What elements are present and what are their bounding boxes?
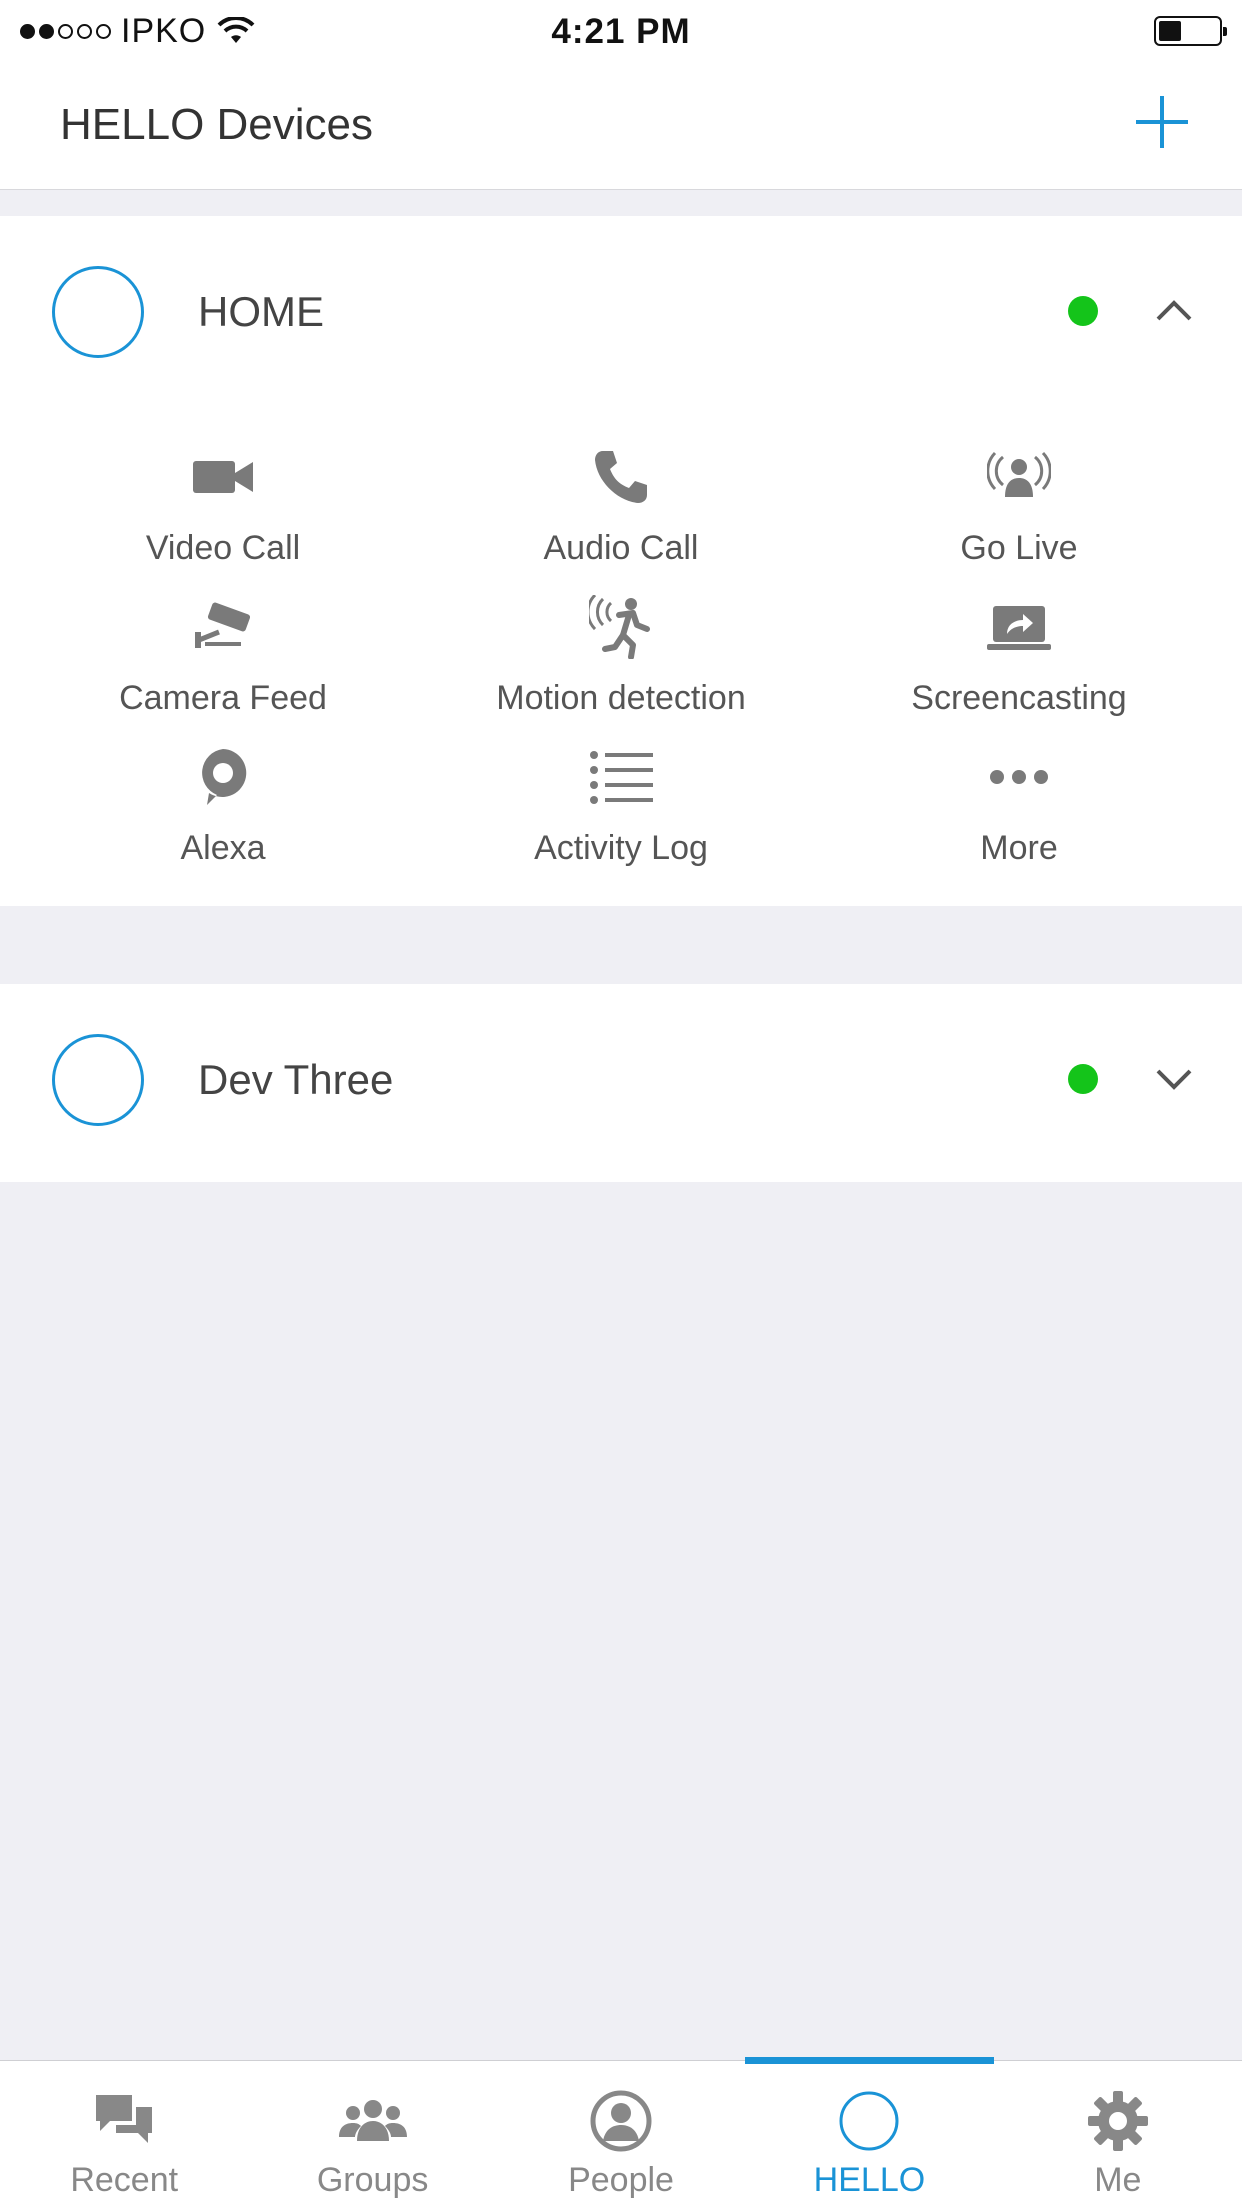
tab-recent[interactable]: Recent [0, 2061, 248, 2208]
device-name: HOME [198, 288, 324, 335]
hello-ring-icon [839, 2091, 899, 2151]
feature-camera-feed[interactable]: Camera Feed [24, 581, 422, 731]
feature-activity-log[interactable]: Activity Log [422, 731, 820, 881]
tab-people[interactable]: People [497, 2061, 745, 2208]
feature-label: Go Live [960, 529, 1078, 567]
screencast-icon [987, 606, 1051, 650]
broadcast-icon [987, 451, 1051, 497]
person-icon [590, 2090, 652, 2152]
phone-icon [595, 451, 647, 503]
feature-grid: Video Call Audio Call Go Live Camera Fee… [0, 431, 1242, 881]
feature-label: Alexa [180, 829, 266, 867]
feature-go-live[interactable]: Go Live [820, 431, 1218, 581]
feature-label: Screencasting [911, 679, 1127, 717]
tab-bar: Recent Groups People HELLO Me [0, 2057, 1242, 2208]
plus-icon [1136, 96, 1188, 148]
device-name: Dev Three [198, 1056, 394, 1103]
page-title: HELLO Devices [60, 100, 374, 149]
feature-label: Motion detection [496, 679, 746, 717]
feature-audio-call[interactable]: Audio Call [422, 431, 820, 581]
chat-bubbles-icon [96, 2095, 153, 2143]
video-camera-icon [193, 461, 253, 493]
gear-icon [1087, 2091, 1148, 2151]
chevron-down-icon[interactable] [1152, 1057, 1196, 1101]
tab-label: Me [1094, 2161, 1142, 2199]
motion-icon [589, 595, 650, 659]
feature-motion-detection[interactable]: Motion detection [422, 581, 820, 731]
feature-video-call[interactable]: Video Call [24, 431, 422, 581]
battery-icon [1154, 16, 1227, 46]
tab-hello[interactable]: HELLO [745, 2057, 995, 2208]
tab-label: Groups [316, 2161, 429, 2199]
feature-label: Activity Log [534, 829, 708, 867]
online-status-indicator [1068, 296, 1098, 326]
tab-label: Recent [70, 2161, 179, 2199]
add-device-button[interactable] [1132, 92, 1192, 152]
more-icon [990, 770, 1048, 784]
tab-label: HELLO [813, 2161, 926, 2199]
clock: 4:21 PM [551, 12, 691, 51]
device-avatar-icon [52, 266, 144, 358]
tab-groups[interactable]: Groups [248, 2061, 496, 2208]
device-card-dev-three[interactable]: Dev Three [0, 984, 1242, 1182]
feature-screencasting[interactable]: Screencasting [820, 581, 1218, 731]
online-status-indicator [1068, 1064, 1098, 1094]
feature-more[interactable]: More [820, 731, 1218, 881]
feature-label: Audio Call [543, 529, 699, 567]
group-icon [338, 2100, 407, 2141]
feature-alexa[interactable]: Alexa [24, 731, 422, 881]
list-icon [590, 751, 653, 804]
security-camera-icon [195, 602, 251, 648]
tab-label: People [568, 2161, 674, 2199]
feature-label: Camera Feed [119, 679, 327, 717]
feature-label: Video Call [145, 529, 301, 567]
tab-me[interactable]: Me [994, 2061, 1242, 2208]
chevron-up-icon[interactable] [1152, 289, 1196, 333]
status-bar: IPKO 4:21 PM [0, 0, 1242, 60]
device-card-home: HOME Video Call Audio Call Go Live Camer… [0, 216, 1242, 906]
feature-label: More [980, 829, 1058, 867]
alexa-icon [202, 749, 247, 805]
navigation-bar: HELLO Devices [0, 60, 1242, 190]
device-avatar-icon [52, 1034, 144, 1126]
